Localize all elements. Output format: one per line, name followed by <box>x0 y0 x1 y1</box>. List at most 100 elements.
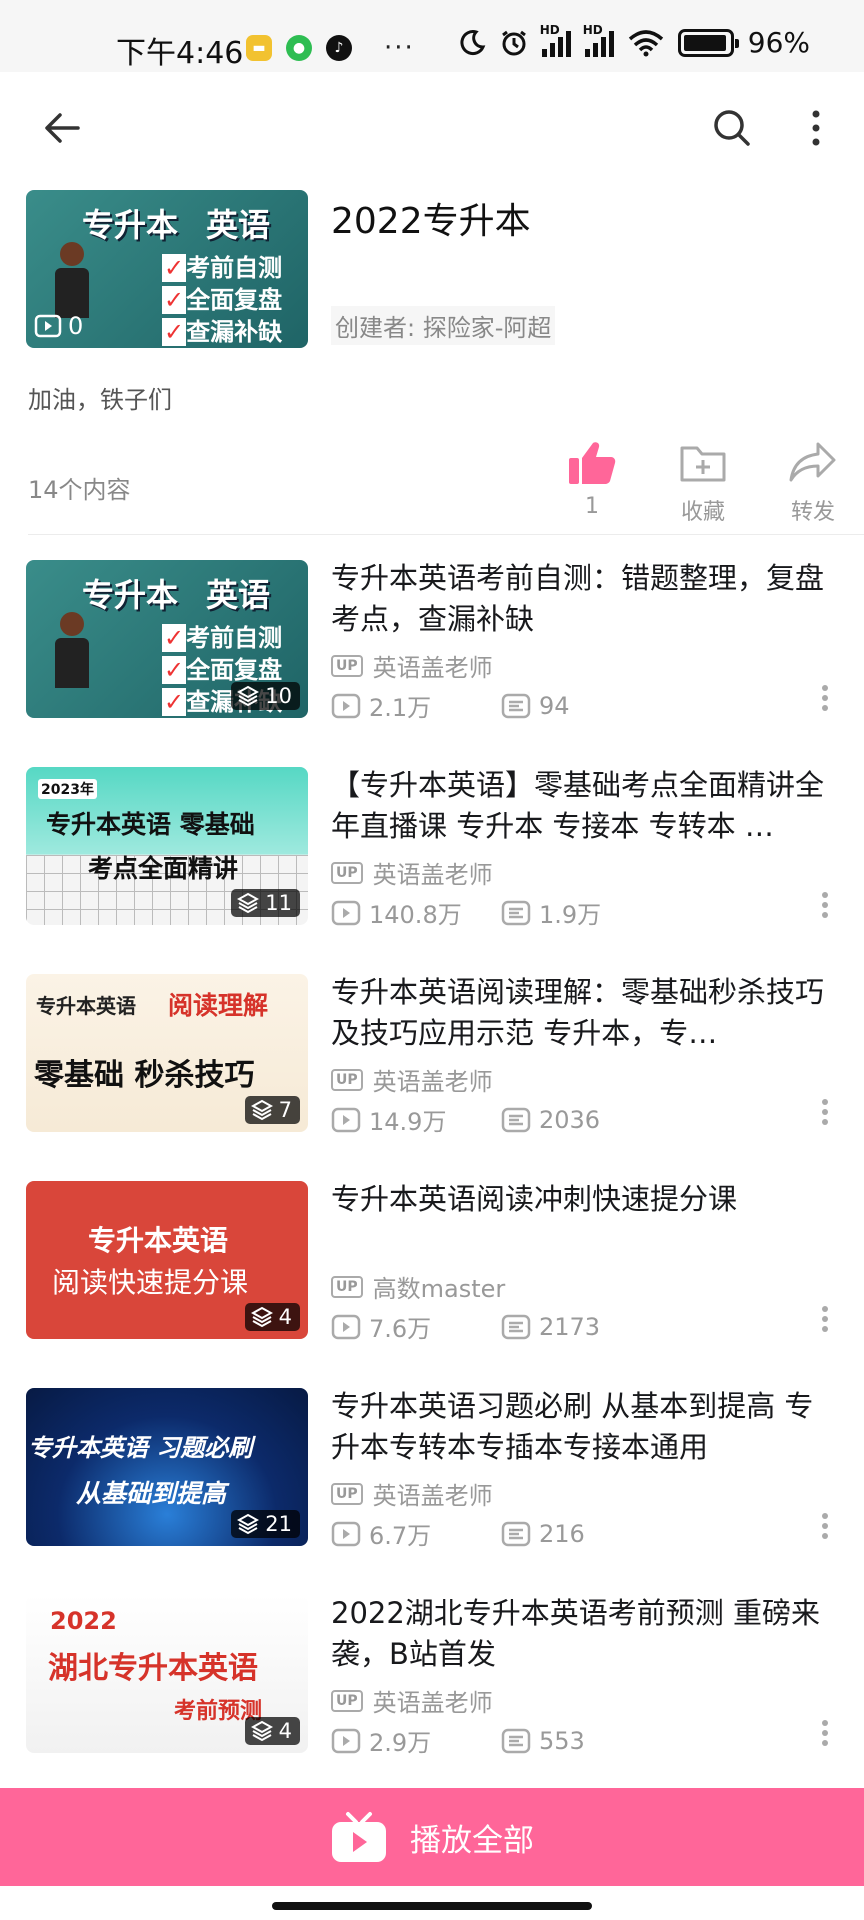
video-item-2[interactable]: 2023年 专升本英语 零基础 考点全面精讲 11 【专升本英语】零基础考点全面… <box>0 765 864 930</box>
video-item-4[interactable]: 专升本英语 阅读快速提分课 4 专升本英语阅读冲刺快速提分课 UP 高数maste… <box>0 1179 864 1344</box>
video-title[interactable]: 专升本英语阅读冲刺快速提分课 <box>331 1179 839 1220</box>
play-count-icon <box>331 900 361 925</box>
wifi-icon <box>628 29 663 56</box>
danmaku-count: 216 <box>501 1520 585 1548</box>
more-vertical-icon[interactable] <box>820 1512 830 1540</box>
video-thumbnail[interactable]: 专升本英语 阅读理解 零基础 秒杀技巧 7 <box>26 974 308 1132</box>
video-uploader[interactable]: UP 英语盖老师 <box>331 1062 493 1097</box>
video-uploader[interactable]: UP 英语盖老师 <box>331 1476 493 1511</box>
view-count: 140.8万 <box>331 895 501 930</box>
playlist-title: 2022专升本 <box>331 201 531 242</box>
tv-play-icon <box>332 1812 386 1862</box>
playlist-description: 加油，铁子们 <box>28 386 172 414</box>
play-count-icon <box>331 1521 361 1546</box>
play-count-icon <box>331 1314 361 1339</box>
video-thumbnail[interactable]: 专升本英语 习题必刷 从基础到提高 21 <box>26 1388 308 1546</box>
video-title[interactable]: 专升本英语考前自测：错题整理，复盘考点，查漏补缺 <box>331 558 839 640</box>
video-thumbnail[interactable]: 2022 湖北专升本英语 考前预测 4 <box>26 1595 308 1753</box>
video-uploader[interactable]: UP 英语盖老师 <box>331 1683 493 1718</box>
danmaku-count: 2173 <box>501 1313 600 1341</box>
play-square-icon <box>34 314 62 338</box>
video-title[interactable]: 2022湖北专升本英语考前预测 重磅来袭，B站首发 <box>331 1593 839 1675</box>
signal-hd-2-icon: HD <box>583 23 614 57</box>
video-item-6[interactable]: 2022 湖北专升本英语 考前预测 4 2022湖北专升本英语考前预测 重磅来袭… <box>0 1593 864 1758</box>
more-vertical-icon[interactable] <box>820 1098 830 1126</box>
like-count: 1 <box>585 494 599 519</box>
thumb-text: 2022 <box>50 1607 117 1635</box>
danmaku-count: 553 <box>501 1727 585 1755</box>
more-vertical-icon[interactable] <box>820 891 830 919</box>
video-uploader[interactable]: UP 高数master <box>331 1269 505 1304</box>
episode-badge: 4 <box>244 1303 300 1331</box>
thumb-text: 从基础到提高 <box>76 1479 227 1508</box>
video-uploader[interactable]: UP 英语盖老师 <box>331 648 493 683</box>
like-button[interactable]: 1 <box>552 440 632 519</box>
video-title[interactable]: 【专升本英语】零基础考点全面精讲全年直播课 专升本 专接本 专转本 … <box>331 765 839 847</box>
top-nav <box>0 72 864 192</box>
thumb-text: 考点全面精讲 <box>88 854 239 883</box>
status-time: 下午4:46 <box>116 36 244 71</box>
video-uploader[interactable]: UP 英语盖老师 <box>331 855 493 890</box>
thumb-text: 专升本英语 习题必刷 <box>28 1434 253 1462</box>
alarm-icon <box>501 30 526 55</box>
playlist-creator[interactable]: 创建者: 探险家-阿超 <box>331 306 556 345</box>
battery-icon <box>677 28 739 57</box>
danmaku-icon <box>501 1107 531 1132</box>
layers-icon <box>250 1099 273 1121</box>
video-thumbnail[interactable]: 专升本英语 阅读快速提分课 4 <box>26 1181 308 1339</box>
view-count: 2.9万 <box>331 1723 501 1758</box>
thumb-text: 阅读快速提分课 <box>52 1266 249 1299</box>
episode-badge: 21 <box>231 1510 300 1538</box>
danmaku-icon <box>501 1728 531 1753</box>
video-stats: 140.8万 1.9万 <box>331 895 601 930</box>
cover-count: 0 <box>34 312 83 340</box>
play-all-button[interactable]: 播放全部 <box>0 1788 864 1886</box>
play-all-label: 播放全部 <box>410 1822 534 1859</box>
layers-icon <box>237 685 260 707</box>
view-count: 6.7万 <box>331 1516 501 1551</box>
video-item-1[interactable]: 专升本 英语 ✓考前自测 ✓全面复盘 ✓查漏补缺 10 专升本英语考前自测：错题… <box>0 558 864 723</box>
layers-icon <box>237 1513 260 1535</box>
share-button[interactable]: 转发 <box>773 440 853 526</box>
thumb-text: 专升本英语 <box>88 1224 229 1257</box>
video-thumbnail[interactable]: 2023年 专升本英语 零基础 考点全面精讲 11 <box>26 767 308 925</box>
play-count-icon <box>331 1107 361 1132</box>
up-tag-icon: UP <box>331 1689 363 1712</box>
danmaku-count: 1.9万 <box>501 895 601 930</box>
video-thumbnail[interactable]: 专升本 英语 ✓考前自测 ✓全面复盘 ✓查漏补缺 10 <box>26 560 308 718</box>
tiktok-icon: ♪ <box>326 35 352 61</box>
video-stats: 2.9万 553 <box>331 1723 585 1758</box>
battery-percent: 96% <box>747 26 810 59</box>
danmaku-icon <box>501 1521 531 1546</box>
episode-badge: 11 <box>231 889 300 917</box>
video-title[interactable]: 专升本英语阅读理解：零基础秒杀技巧及技巧应用示范 专升本，专… <box>331 972 839 1054</box>
home-indicator[interactable] <box>272 1902 592 1910</box>
folder-add-icon <box>680 446 726 482</box>
video-title[interactable]: 专升本英语习题必刷 从基本到提高 专升本专转本专插本专接本通用 <box>331 1386 839 1468</box>
play-count-icon <box>331 1728 361 1753</box>
cover-title-1: 专升本 <box>82 206 179 244</box>
view-count: 7.6万 <box>331 1309 501 1344</box>
up-tag-icon: UP <box>331 1068 363 1091</box>
more-vertical-icon[interactable] <box>806 108 826 148</box>
view-count: 14.9万 <box>331 1102 501 1137</box>
cover-check-2: ✓全面复盘 <box>162 286 283 314</box>
video-item-3[interactable]: 专升本英语 阅读理解 零基础 秒杀技巧 7 专升本英语阅读理解：零基础秒杀技巧及… <box>0 972 864 1137</box>
thumb-text: 专升本英语 <box>36 994 136 1018</box>
layers-icon <box>250 1720 273 1742</box>
favorite-button[interactable]: 收藏 <box>663 440 743 526</box>
more-vertical-icon[interactable] <box>820 1719 830 1747</box>
thumb-text: 湖北专升本英语 <box>48 1651 258 1686</box>
thumb-text: 阅读理解 <box>168 991 269 1020</box>
video-item-5[interactable]: 专升本英语 习题必刷 从基础到提高 21 专升本英语习题必刷 从基本到提高 专升… <box>0 1386 864 1551</box>
more-vertical-icon[interactable] <box>820 1305 830 1333</box>
share-label: 转发 <box>790 500 835 525</box>
search-icon[interactable] <box>712 108 752 148</box>
back-arrow-icon[interactable] <box>42 108 82 148</box>
episode-badge: 4 <box>244 1717 300 1745</box>
up-tag-icon: UP <box>331 654 363 677</box>
more-vertical-icon[interactable] <box>820 684 830 712</box>
status-app-icons: ▬ ● ♪ ··· <box>246 33 415 63</box>
playlist-cover[interactable]: 专升本 英语 ✓考前自测 ✓全面复盘 ✓查漏补缺 0 <box>26 190 308 348</box>
video-stats: 2.1万 94 <box>331 688 570 723</box>
